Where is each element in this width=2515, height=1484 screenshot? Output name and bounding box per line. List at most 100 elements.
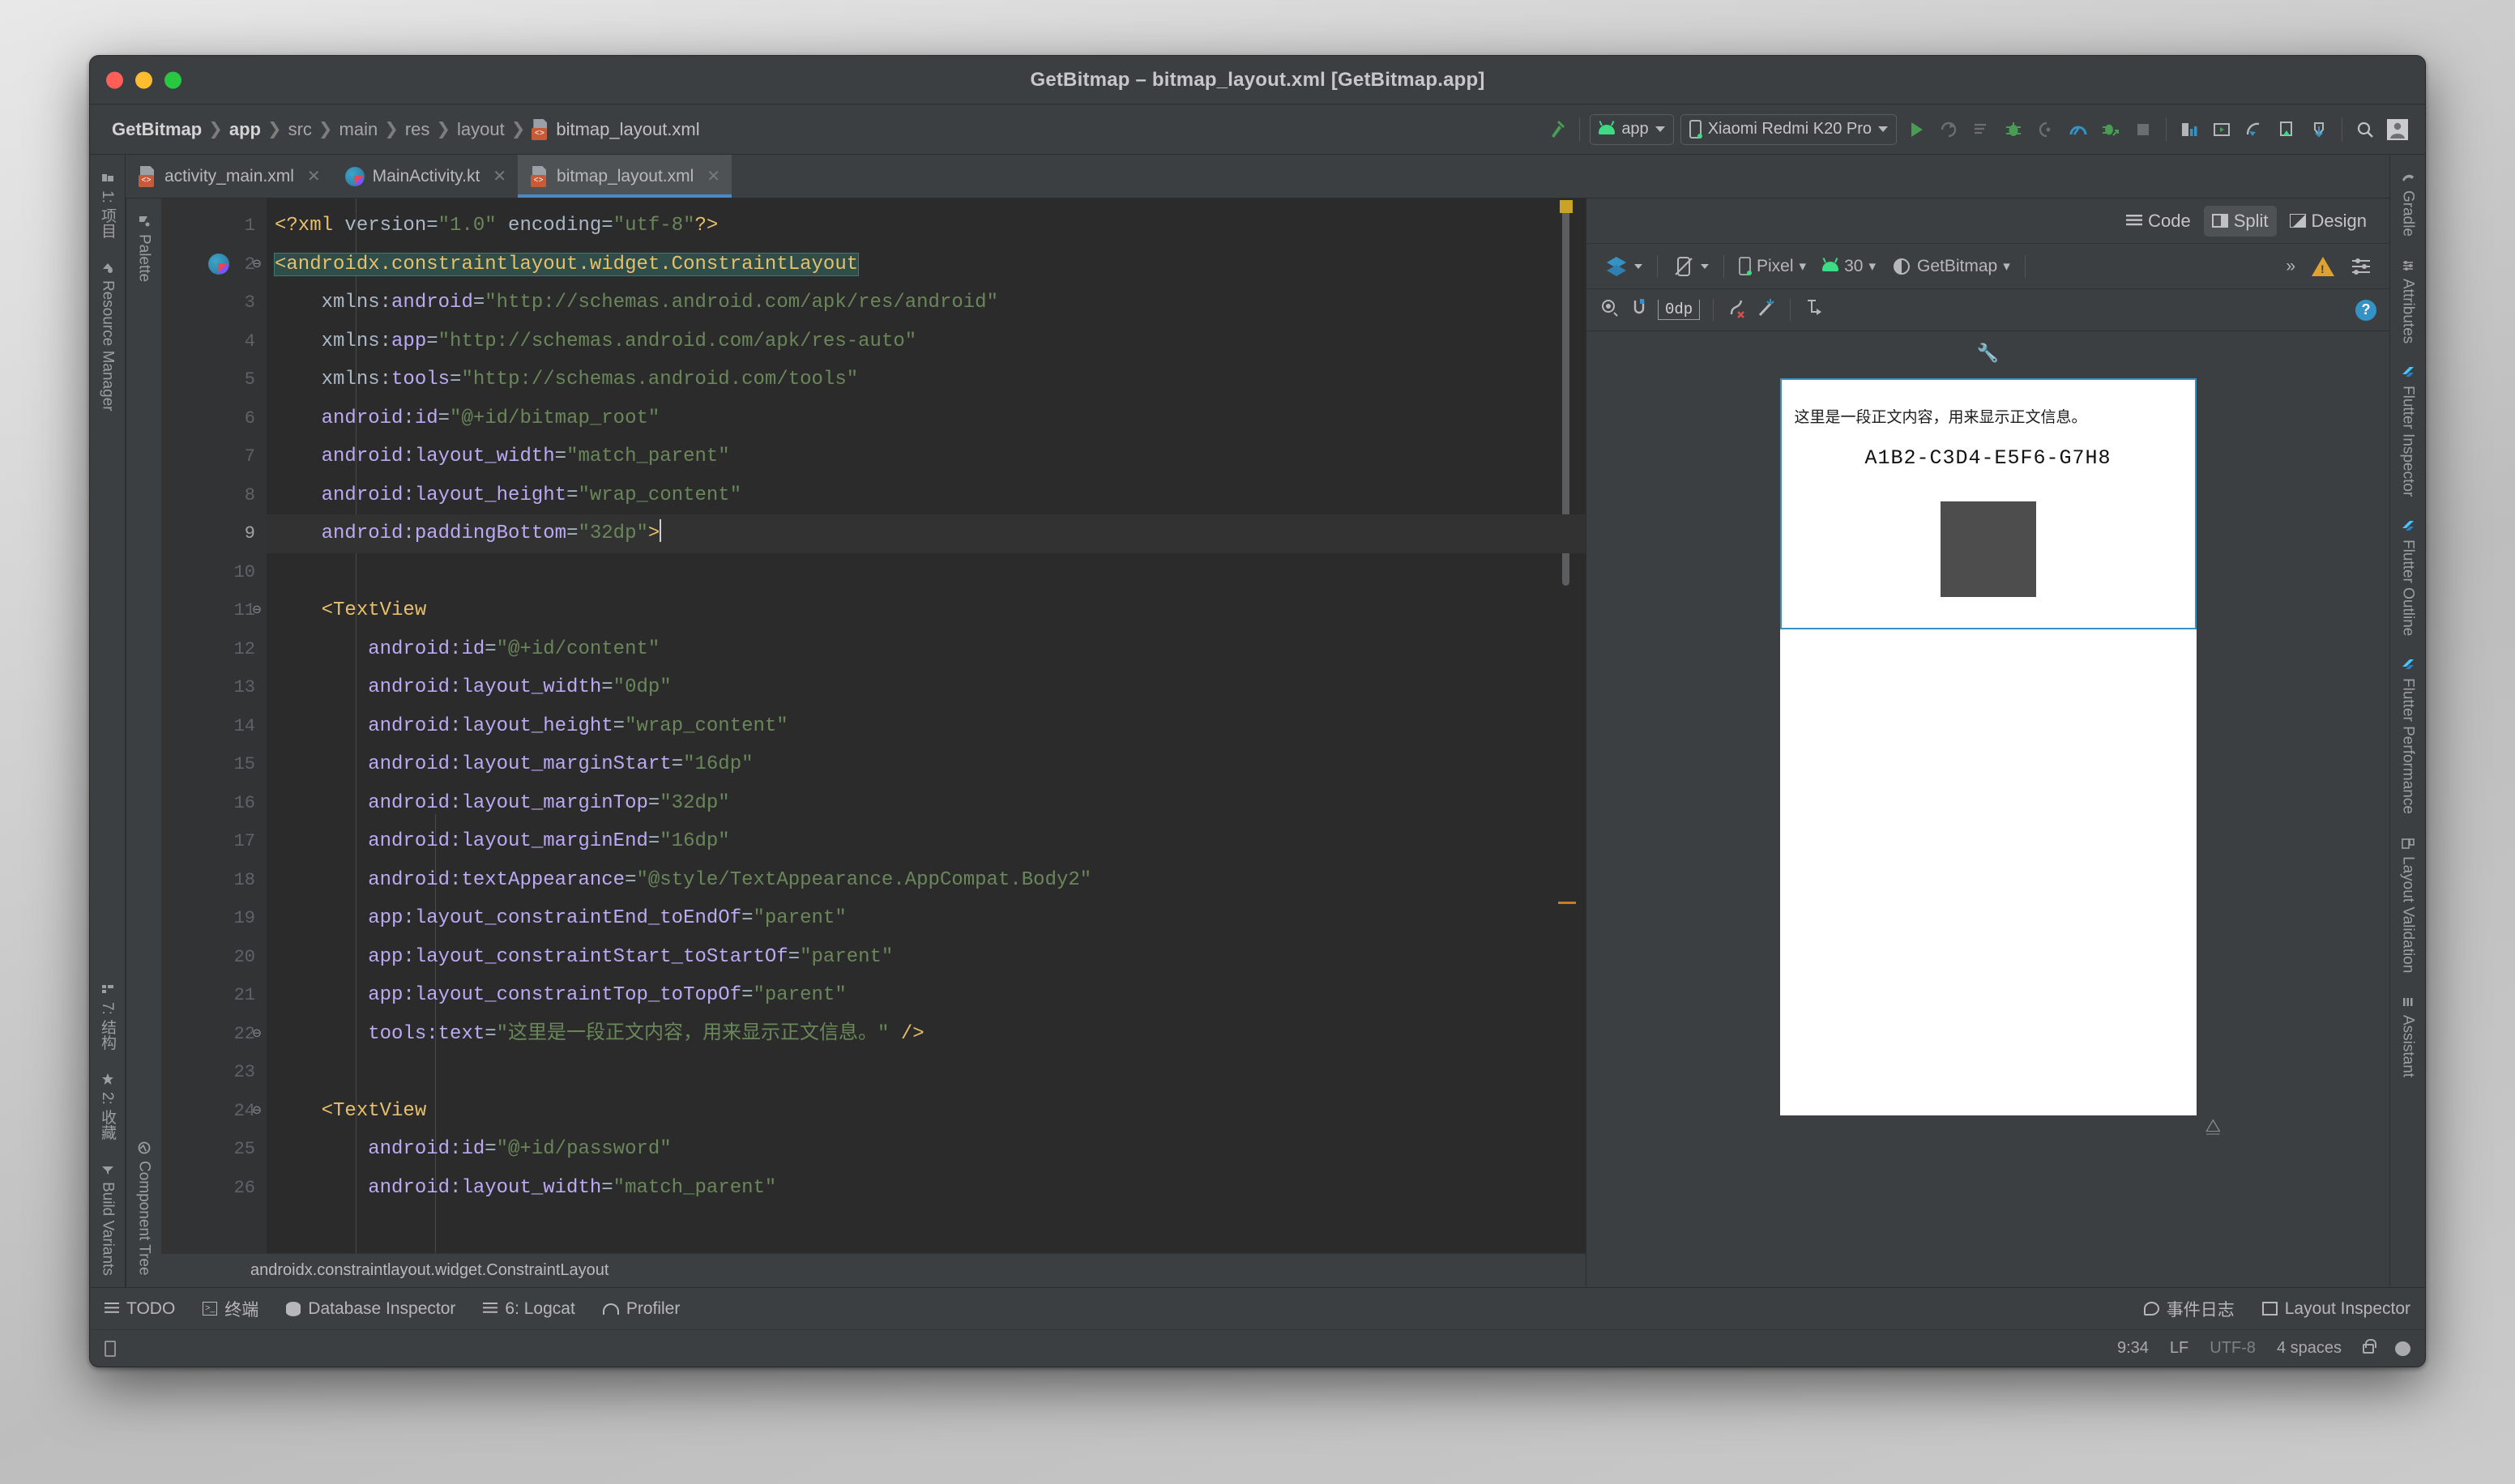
- line-number[interactable]: 21: [161, 976, 267, 1015]
- line-number[interactable]: 8: [161, 476, 267, 515]
- show-constraints-button[interactable]: [1599, 297, 1620, 323]
- line-number[interactable]: 13: [161, 668, 267, 707]
- line-number[interactable]: 25: [161, 1130, 267, 1169]
- run-with-coverage-icon[interactable]: [2094, 113, 2127, 146]
- line-number[interactable]: 19: [161, 899, 267, 938]
- fold-toggle-icon[interactable]: ⊖: [250, 601, 264, 619]
- code-line[interactable]: android:paddingBottom="32dp">: [267, 514, 1586, 553]
- indent-setting[interactable]: 4 spaces: [2277, 1339, 2342, 1358]
- sdk-manager-icon[interactable]: [2173, 113, 2205, 146]
- sidebar-item-favorites[interactable]: 2: 收藏: [93, 1061, 122, 1151]
- line-separator[interactable]: LF: [2170, 1339, 2188, 1358]
- code-line[interactable]: android:textAppearance="@style/TextAppea…: [267, 861, 1586, 900]
- view-options-button[interactable]: [2344, 257, 2378, 276]
- line-number[interactable]: 17: [161, 822, 267, 861]
- device-selector[interactable]: Xiaomi Redmi K20 Pro: [1680, 113, 1897, 145]
- build-hammer-icon[interactable]: [1540, 113, 1573, 146]
- help-icon[interactable]: ?: [2355, 299, 2376, 321]
- avd-manager-icon[interactable]: [2205, 113, 2238, 146]
- close-icon[interactable]: ✕: [493, 166, 506, 186]
- code-line[interactable]: android:layout_height="wrap_content": [267, 707, 1586, 746]
- line-number[interactable]: 15: [161, 745, 267, 784]
- api-level-selector[interactable]: 30 ▾: [1816, 257, 1882, 276]
- sidebar-item-project[interactable]: 1: 项目: [93, 160, 122, 249]
- apply-changes-icon[interactable]: [1932, 113, 1965, 146]
- run-configuration-selector[interactable]: app: [1590, 113, 1674, 145]
- breadcrumb-src[interactable]: src: [284, 119, 316, 140]
- profile-icon[interactable]: [2062, 113, 2094, 146]
- palette-tool-button[interactable]: Palette: [132, 203, 156, 293]
- tool-window-layout-inspector[interactable]: Layout Inspector: [2261, 1297, 2410, 1321]
- file-encoding[interactable]: UTF-8: [2210, 1339, 2256, 1358]
- code-line[interactable]: app:layout_constraintStart_toStartOf="pa…: [267, 938, 1586, 977]
- line-number[interactable]: 26: [161, 1169, 267, 1208]
- close-window-button[interactable]: [106, 71, 123, 88]
- code-line[interactable]: xmlns:app="http://schemas.android.com/ap…: [267, 322, 1586, 361]
- close-icon[interactable]: ✕: [307, 166, 321, 186]
- code-line[interactable]: android:id="@+id/bitmap_root": [267, 399, 1586, 438]
- breadcrumb-app[interactable]: app: [225, 119, 265, 140]
- code-text-area[interactable]: <?xml version="1.0" encoding="utf-8"?> <a…: [267, 198, 1586, 1253]
- overflow-button[interactable]: »: [2279, 257, 2302, 276]
- minimize-window-button[interactable]: [135, 71, 152, 88]
- tab-mainactivity-kt[interactable]: MainActivity.kt ✕: [332, 155, 518, 198]
- inspection-face-icon[interactable]: [2395, 1341, 2410, 1356]
- breadcrumb-main[interactable]: main: [335, 119, 382, 140]
- guidelines-button[interactable]: [1804, 297, 1825, 323]
- sidebar-item-structure[interactable]: 7: 结构: [93, 971, 122, 1061]
- code-line[interactable]: [267, 553, 1586, 592]
- sidebar-item-flutter-outline[interactable]: Flutter Outline: [2396, 509, 2420, 647]
- breadcrumb-res[interactable]: res: [401, 119, 434, 140]
- line-number[interactable]: 6: [161, 399, 267, 438]
- editor-status-breadcrumb[interactable]: androidx.constraintlayout.widget.Constra…: [161, 1253, 1586, 1287]
- code-line[interactable]: android:id="@+id/content": [267, 630, 1586, 669]
- sidebar-item-assistant[interactable]: Assistant: [2396, 984, 2420, 1089]
- mode-split-button[interactable]: Split: [2203, 205, 2277, 237]
- sidebar-item-attributes[interactable]: Attributes: [2396, 248, 2420, 355]
- design-tools-wrench-icon[interactable]: 🔧: [1977, 343, 1999, 364]
- fold-toggle-icon[interactable]: ⊖: [250, 255, 264, 273]
- line-number[interactable]: 12: [161, 630, 267, 669]
- breadcrumb-layout[interactable]: layout: [453, 119, 509, 140]
- tool-window-profiler[interactable]: Profiler: [602, 1299, 680, 1319]
- fold-toggle-icon[interactable]: ⊖: [250, 1102, 264, 1119]
- apply-code-changes-icon[interactable]: [1965, 113, 1997, 146]
- sidebar-item-gradle[interactable]: Gradle: [2396, 160, 2420, 248]
- device-file-explorer-icon[interactable]: [2238, 113, 2270, 146]
- sidebar-item-resource-manager[interactable]: Resource Manager: [96, 249, 120, 423]
- tool-window-terminal[interactable]: >_ 终端: [203, 1297, 258, 1321]
- profiler-icon[interactable]: [2303, 113, 2335, 146]
- sidebar-item-build-variants[interactable]: Build Variants: [96, 1151, 120, 1287]
- line-number[interactable]: 9: [161, 514, 267, 553]
- run-icon[interactable]: [1900, 113, 1932, 146]
- component-tree-button[interactable]: Component Tree: [132, 1130, 156, 1287]
- code-line[interactable]: <TextView: [267, 591, 1586, 630]
- sidebar-item-layout-validation[interactable]: Layout Validation: [2396, 825, 2420, 984]
- code-line[interactable]: app:layout_constraintTop_toTopOf="parent…: [267, 976, 1586, 1015]
- line-number[interactable]: 18: [161, 861, 267, 900]
- code-line[interactable]: xmlns:tools="http://schemas.android.com/…: [267, 360, 1586, 399]
- close-icon[interactable]: ✕: [707, 166, 720, 186]
- avatar-icon[interactable]: [2381, 113, 2414, 146]
- caret-position[interactable]: 9:34: [2117, 1339, 2149, 1358]
- canvas-resize-handle[interactable]: ⧋: [2205, 1115, 2222, 1136]
- tab-bitmap-layout-xml[interactable]: <> bitmap_layout.xml ✕: [518, 155, 732, 198]
- maximize-window-button[interactable]: [164, 71, 181, 88]
- default-margin-value[interactable]: 0dp: [1658, 300, 1701, 320]
- line-number[interactable]: 3: [161, 284, 267, 322]
- tool-window-logcat[interactable]: 6: Logcat: [483, 1299, 575, 1319]
- line-number[interactable]: 10: [161, 553, 267, 592]
- sidebar-item-flutter-inspector[interactable]: Flutter Inspector: [2396, 355, 2420, 508]
- infer-constraints-button[interactable]: [1756, 297, 1777, 323]
- code-line[interactable]: xmlns:android="http://schemas.android.co…: [267, 284, 1586, 322]
- line-number[interactable]: 20: [161, 938, 267, 977]
- code-line[interactable]: android:layout_marginEnd="16dp": [267, 822, 1586, 861]
- attach-debugger-icon[interactable]: [2030, 113, 2062, 146]
- layout-inspector-icon[interactable]: [2270, 113, 2303, 146]
- stop-icon[interactable]: [2127, 113, 2159, 146]
- design-canvas[interactable]: 🔧 这里是一段正文内容，用来显示正文信息。 A1B2-C3D4-E5F6-G7H…: [1586, 331, 2389, 1287]
- line-number[interactable]: 23: [161, 1053, 267, 1092]
- tab-activity-main-xml[interactable]: <> activity_main.xml ✕: [126, 155, 332, 198]
- kotlin-gutter-marker-icon[interactable]: [208, 253, 229, 275]
- device-preview-selector[interactable]: Pixel ▾: [1732, 257, 1813, 276]
